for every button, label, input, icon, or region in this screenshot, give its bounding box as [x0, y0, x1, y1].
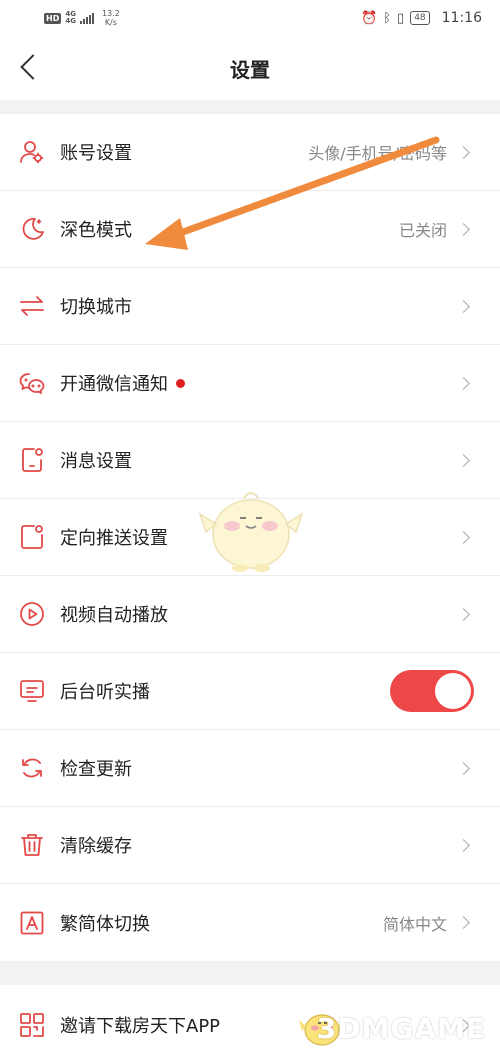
- play-circle-icon: [18, 600, 46, 628]
- setting-value: 简体中文: [382, 914, 447, 934]
- alarm-icon: ⏰: [361, 10, 378, 26]
- network-type: 4G 4G: [65, 11, 76, 25]
- vibrate-icon: ▯: [397, 10, 405, 26]
- section-divider: [0, 961, 500, 985]
- chevron-right-icon: [457, 1018, 470, 1032]
- targeted-push-icon: [18, 523, 46, 551]
- signal-icon: [79, 12, 94, 24]
- chevron-right-icon: [457, 145, 470, 159]
- chevron-right-icon: [457, 299, 470, 313]
- nav-bar: 设置: [0, 36, 500, 100]
- notification-dot: [176, 378, 185, 388]
- qr-code-icon: [18, 1011, 46, 1039]
- setting-background-listen: 后台听实播: [0, 653, 500, 730]
- status-left: HD 4G 4G 13.2 K/s: [44, 9, 120, 27]
- chevron-right-icon: [457, 916, 470, 929]
- setting-label: 账号设置: [60, 143, 132, 164]
- chevron-right-icon: [457, 761, 470, 775]
- chevron-right-icon: [457, 838, 470, 852]
- setting-label: 开通微信通知: [60, 374, 168, 395]
- setting-wechat-notify[interactable]: 开通微信通知: [0, 345, 500, 422]
- settings-list-secondary: 邀请下载房天下APP: [0, 985, 500, 1059]
- network-speed: 13.2 K/s: [102, 9, 120, 27]
- swap-arrows-icon: [18, 292, 46, 320]
- setting-label: 切换城市: [60, 297, 132, 318]
- setting-account[interactable]: 账号设置 头像/手机号/密码等: [0, 114, 500, 191]
- battery-icon: 48: [410, 11, 430, 25]
- setting-label: 深色模式: [60, 220, 132, 241]
- setting-check-update[interactable]: 检查更新: [0, 730, 500, 807]
- status-bar: HD 4G 4G 13.2 K/s ⏰ ᛒ ▯ 48 11:16: [0, 0, 500, 36]
- toggle-knob: [435, 673, 471, 709]
- message-settings-icon: [18, 446, 46, 474]
- network-speed-value: 13.2: [101, 9, 120, 18]
- section-divider: [0, 100, 500, 114]
- setting-value: 已关闭: [398, 221, 447, 240]
- background-listen-toggle[interactable]: [390, 670, 474, 712]
- wechat-icon: [18, 369, 46, 397]
- setting-targeted-push[interactable]: 定向推送设置: [0, 499, 500, 576]
- page-title: 设置: [230, 57, 270, 82]
- monitor-icon: [18, 677, 46, 705]
- bluetooth-icon: ᛒ: [383, 10, 392, 26]
- setting-message[interactable]: 消息设置: [0, 422, 500, 499]
- setting-clear-cache[interactable]: 清除缓存: [0, 807, 500, 884]
- network-speed-unit: K/s: [104, 18, 117, 27]
- setting-value: 头像/手机号/密码等: [308, 144, 447, 163]
- chevron-right-icon: [457, 530, 470, 544]
- setting-label: 繁简体切换: [60, 913, 150, 935]
- hd-badge: HD: [44, 12, 62, 24]
- setting-label: 视频自动播放: [60, 605, 168, 626]
- setting-dark-mode[interactable]: 深色模式 已关闭: [0, 191, 500, 268]
- chevron-right-icon: [457, 376, 470, 390]
- back-icon[interactable]: [14, 50, 46, 86]
- clock: 11:16: [441, 10, 482, 26]
- setting-label: 检查更新: [60, 759, 132, 780]
- refresh-icon: [18, 754, 46, 782]
- setting-video-autoplay[interactable]: 视频自动播放: [0, 576, 500, 653]
- setting-label: 清除缓存: [60, 836, 132, 857]
- status-right: ⏰ ᛒ ▯ 48 11:16: [361, 10, 482, 26]
- setting-label: 后台听实播: [60, 682, 150, 703]
- setting-label: 邀请下载房天下APP: [60, 1016, 221, 1037]
- chevron-right-icon: [457, 453, 470, 467]
- settings-list: 账号设置 头像/手机号/密码等 深色模式 已关闭 切换城市 开通微信通知 消息设…: [0, 114, 500, 961]
- user-gear-icon: [18, 138, 46, 166]
- setting-traditional-simplified[interactable]: 繁简体切换 简体中文: [0, 884, 500, 961]
- setting-invite-download[interactable]: 邀请下载房天下APP: [0, 985, 500, 1059]
- setting-label: 定向推送设置: [60, 528, 168, 549]
- setting-label: 消息设置: [60, 451, 132, 472]
- font-a-icon: [18, 909, 46, 937]
- chevron-right-icon: [457, 607, 470, 621]
- moon-icon: [18, 215, 46, 243]
- setting-switch-city[interactable]: 切换城市: [0, 268, 500, 345]
- network-type-bottom: 4G: [65, 17, 76, 25]
- trash-icon: [18, 831, 46, 859]
- chevron-right-icon: [457, 222, 470, 236]
